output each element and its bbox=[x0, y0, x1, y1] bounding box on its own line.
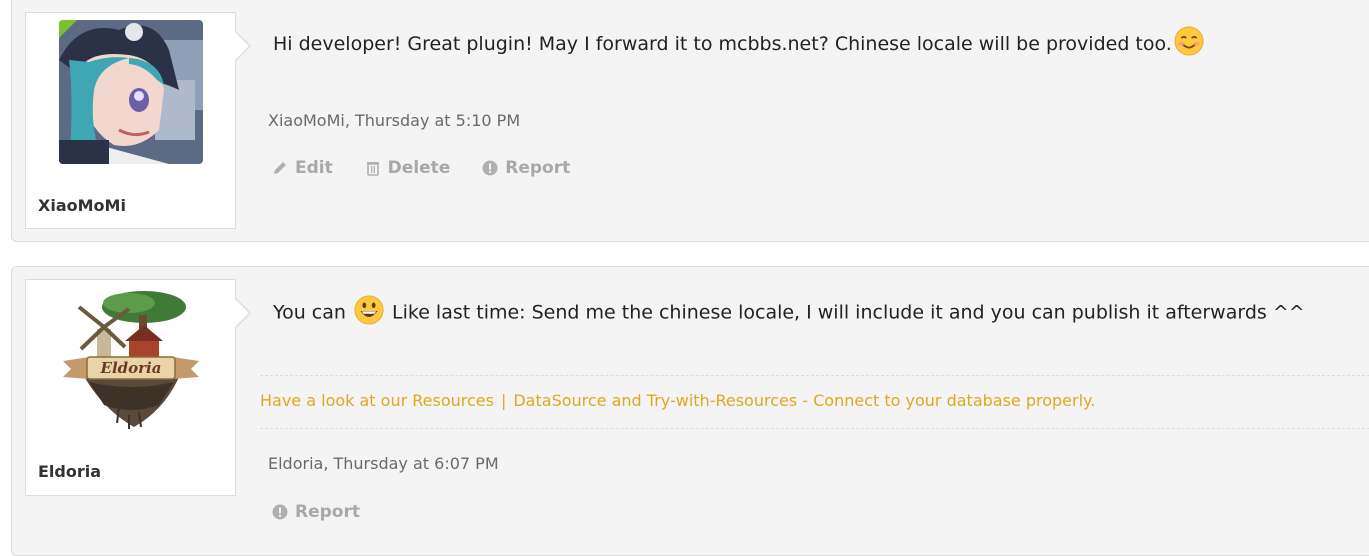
report-button[interactable]: Report bbox=[272, 502, 360, 522]
signature-separator: | bbox=[500, 391, 507, 410]
online-indicator bbox=[59, 20, 77, 38]
post-message: Hi developer! Great plugin! May I forwar… bbox=[273, 25, 1204, 56]
username[interactable]: XiaoMoMi bbox=[38, 196, 126, 215]
user-info-box: XiaoMoMi bbox=[25, 12, 251, 229]
svg-text:Eldoria: Eldoria bbox=[100, 359, 162, 377]
post-actions: Edit Delete Report bbox=[272, 158, 596, 181]
pencil-icon bbox=[274, 162, 286, 174]
avatar-eldoria[interactable]: Eldoria bbox=[59, 287, 203, 431]
grinning-face-emoji bbox=[354, 295, 384, 325]
anime-avatar-image bbox=[59, 20, 203, 164]
smiling-face-emoji bbox=[1174, 25, 1204, 56]
exclamation-circle-icon bbox=[482, 160, 498, 176]
post-xiaomomi: XiaoMoMi Hi developer! Great plugin! May… bbox=[11, 0, 1369, 242]
exclamation-circle-icon bbox=[272, 504, 288, 520]
post-meta[interactable]: XiaoMoMi, Thursday at 5:10 PM bbox=[268, 111, 520, 130]
username[interactable]: Eldoria bbox=[38, 462, 101, 481]
avatar-xiaomomi[interactable] bbox=[59, 20, 203, 164]
post-meta[interactable]: Eldoria, Thursday at 6:07 PM bbox=[268, 454, 499, 473]
eldoria-logo: Eldoria bbox=[59, 287, 203, 431]
report-button[interactable]: Report bbox=[482, 158, 570, 178]
post-message: You can Like last time: Send me the chin… bbox=[273, 295, 1305, 325]
edit-button[interactable]: Edit bbox=[272, 158, 333, 178]
signature-link-datasource[interactable]: DataSource and Try-with-Resources - Conn… bbox=[513, 391, 1095, 410]
post-eldoria: Eldoria Eldoria You can Like last time: … bbox=[11, 266, 1369, 556]
signature: Have a look at our Resources | DataSource … bbox=[260, 375, 1369, 429]
post-actions: Report bbox=[272, 502, 386, 525]
signature-link-resources[interactable]: Have a look at our Resources bbox=[260, 391, 494, 410]
delete-button[interactable]: Delete bbox=[365, 158, 450, 178]
user-info-box: Eldoria Eldoria bbox=[25, 279, 251, 496]
trash-icon bbox=[366, 162, 379, 176]
